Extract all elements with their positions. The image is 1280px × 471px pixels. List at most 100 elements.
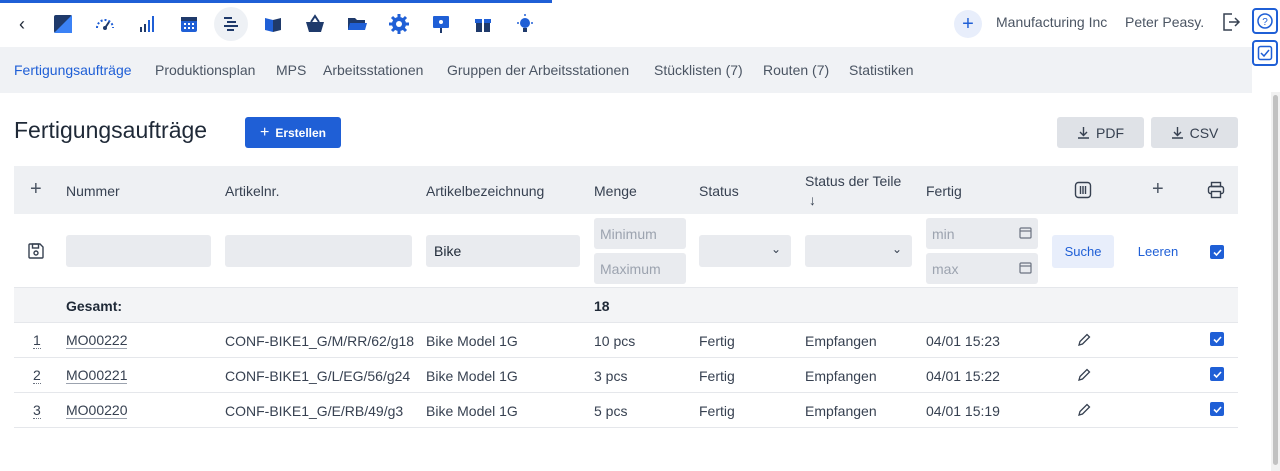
user-name[interactable]: Peter Peasy. — [1125, 14, 1204, 30]
tab-produktionsplan[interactable]: Produktionsplan — [155, 62, 255, 78]
book-icon[interactable] — [256, 7, 290, 41]
article-no-cell: CONF-BIKE1_G/L/EG/56/g24 — [225, 368, 411, 384]
columns-icon[interactable] — [1074, 181, 1092, 199]
signal-bars-icon[interactable] — [130, 7, 164, 41]
csv-label: CSV — [1189, 124, 1219, 141]
page-scrollbar-thumb[interactable] — [1273, 95, 1278, 465]
presentation-icon[interactable] — [424, 7, 458, 41]
tab-arbeitsstationen[interactable]: Arbeitsstationen — [323, 62, 423, 78]
checkmark-icon — [1212, 405, 1222, 413]
date-max-input[interactable]: max — [926, 253, 1038, 284]
svg-text:?: ? — [1262, 17, 1268, 28]
calendar-icon[interactable] — [172, 7, 206, 41]
parts-status-filter-select[interactable]: ⌄ — [805, 235, 912, 267]
top-accent-line — [0, 0, 552, 3]
plus-icon: + — [259, 123, 270, 141]
search-button[interactable]: Suche — [1052, 235, 1114, 268]
column-header-parts-status[interactable]: Status der Teile — [805, 173, 901, 189]
order-number-link[interactable]: MO00220 — [66, 403, 128, 419]
add-column-plus-icon[interactable]: + — [30, 179, 42, 199]
add-plus-icon[interactable]: + — [1152, 179, 1164, 199]
column-header-done[interactable]: Fertig — [926, 183, 962, 199]
row-checkbox[interactable] — [1210, 367, 1224, 381]
article-name-filter-input[interactable] — [426, 235, 580, 267]
total-row: Gesamt: 18 — [14, 288, 1238, 323]
pdf-export-button[interactable]: PDF — [1057, 117, 1144, 148]
production-list-icon[interactable] — [214, 7, 248, 41]
company-name[interactable]: Manufacturing Inc — [996, 14, 1107, 30]
quick-add-button[interactable]: + — [954, 10, 982, 38]
chevron-down-icon: ⌄ — [891, 242, 902, 256]
save-filter-icon[interactable] — [27, 242, 45, 260]
number-filter-input[interactable] — [66, 235, 211, 267]
total-label: Gesamt: — [66, 298, 123, 314]
parts-status-cell: Empfangen — [805, 333, 877, 349]
quantity-min-input[interactable]: Minimum — [594, 218, 686, 249]
row-index[interactable]: 1 — [33, 333, 41, 349]
back-chevron-icon[interactable]: ‹ — [12, 12, 32, 36]
page-title: Fertigungsaufträge — [14, 117, 208, 143]
order-number-link[interactable]: MO00222 — [66, 333, 128, 349]
gear-icon[interactable] — [382, 7, 416, 41]
checkmark-icon — [1212, 335, 1222, 343]
csv-export-button[interactable]: CSV — [1151, 117, 1238, 148]
tab-gruppen-der-arbeitsstationen[interactable]: Gruppen der Arbeitsstationen — [447, 62, 629, 78]
order-number-link[interactable]: MO00221 — [66, 368, 128, 384]
row-index[interactable]: 2 — [33, 368, 41, 384]
gauge-icon[interactable] — [88, 7, 122, 41]
tab-mps[interactable]: MPS — [276, 62, 306, 78]
tab-fertigungsauftraege[interactable]: Fertigungsaufträge — [14, 62, 132, 78]
article-no-filter-input[interactable] — [225, 235, 412, 267]
clear-button[interactable]: Leeren — [1130, 235, 1186, 268]
article-name-cell: Bike Model 1G — [426, 368, 518, 384]
pdf-label: PDF — [1096, 124, 1124, 141]
basket-icon[interactable] — [298, 7, 332, 41]
status-filter-select[interactable]: ⌄ — [699, 235, 791, 267]
parts-status-cell: Empfangen — [805, 403, 877, 419]
sort-down-arrow-icon[interactable]: ↓ — [809, 192, 816, 208]
calendar-small-icon[interactable] — [1019, 226, 1032, 239]
row-checkbox[interactable] — [1210, 332, 1224, 346]
create-button[interactable]: + Erstellen — [245, 117, 341, 148]
checkmark-icon — [1212, 370, 1222, 378]
download-icon — [1171, 127, 1183, 139]
table-row[interactable]: 1 MO00222 CONF-BIKE1_G/M/RR/62/g18 Bike … — [14, 323, 1238, 358]
status-cell: Fertig — [699, 333, 735, 349]
date-max-placeholder: max — [932, 261, 959, 277]
edit-pencil-icon[interactable] — [1076, 367, 1092, 383]
table-row[interactable]: 2 MO00221 CONF-BIKE1_G/L/EG/56/g24 Bike … — [14, 358, 1238, 393]
article-name-cell: Bike Model 1G — [426, 333, 518, 349]
column-header-quantity[interactable]: Menge — [594, 183, 637, 199]
dashboard-icon[interactable] — [46, 7, 80, 41]
column-header-number[interactable]: Nummer — [66, 183, 120, 199]
tab-routen[interactable]: Routen (7) — [763, 62, 829, 78]
article-name-cell: Bike Model 1G — [426, 403, 518, 419]
table-row[interactable]: 3 MO00220 CONF-BIKE1_G/E/RB/49/g3 Bike M… — [14, 393, 1238, 428]
tab-stuecklisten[interactable]: Stücklisten (7) — [654, 62, 743, 78]
checkmark-icon — [1212, 248, 1222, 256]
tab-statistiken[interactable]: Statistiken — [849, 62, 914, 78]
chevron-down-icon: ⌄ — [770, 242, 781, 256]
logout-icon[interactable] — [1220, 11, 1242, 33]
edit-pencil-icon[interactable] — [1076, 402, 1092, 418]
help-button[interactable]: ? — [1252, 8, 1278, 34]
row-checkbox[interactable] — [1210, 402, 1224, 416]
column-header-article-name[interactable]: Artikelbezeichnung — [426, 183, 544, 199]
column-header-status[interactable]: Status — [699, 183, 739, 199]
quantity-max-input[interactable]: Maximum — [594, 253, 686, 284]
gift-icon[interactable] — [466, 7, 500, 41]
tasks-button[interactable] — [1252, 40, 1278, 66]
article-no-cell: CONF-BIKE1_G/E/RB/49/g3 — [225, 403, 404, 419]
printer-icon[interactable] — [1207, 181, 1225, 199]
lightbulb-icon[interactable] — [508, 7, 542, 41]
edit-pencil-icon[interactable] — [1076, 332, 1092, 348]
date-min-input[interactable]: min — [926, 218, 1038, 249]
table-header: + Nummer Artikelnr. Artikelbezeichnung M… — [14, 166, 1238, 214]
row-index[interactable]: 3 — [33, 403, 41, 419]
calendar-small-icon[interactable] — [1019, 261, 1032, 274]
select-all-checkbox[interactable] — [1210, 245, 1224, 259]
quantity-cell: 10 pcs — [594, 333, 636, 349]
column-header-article-no[interactable]: Artikelnr. — [225, 183, 279, 199]
folder-icon[interactable] — [340, 7, 374, 41]
download-icon — [1078, 127, 1089, 139]
